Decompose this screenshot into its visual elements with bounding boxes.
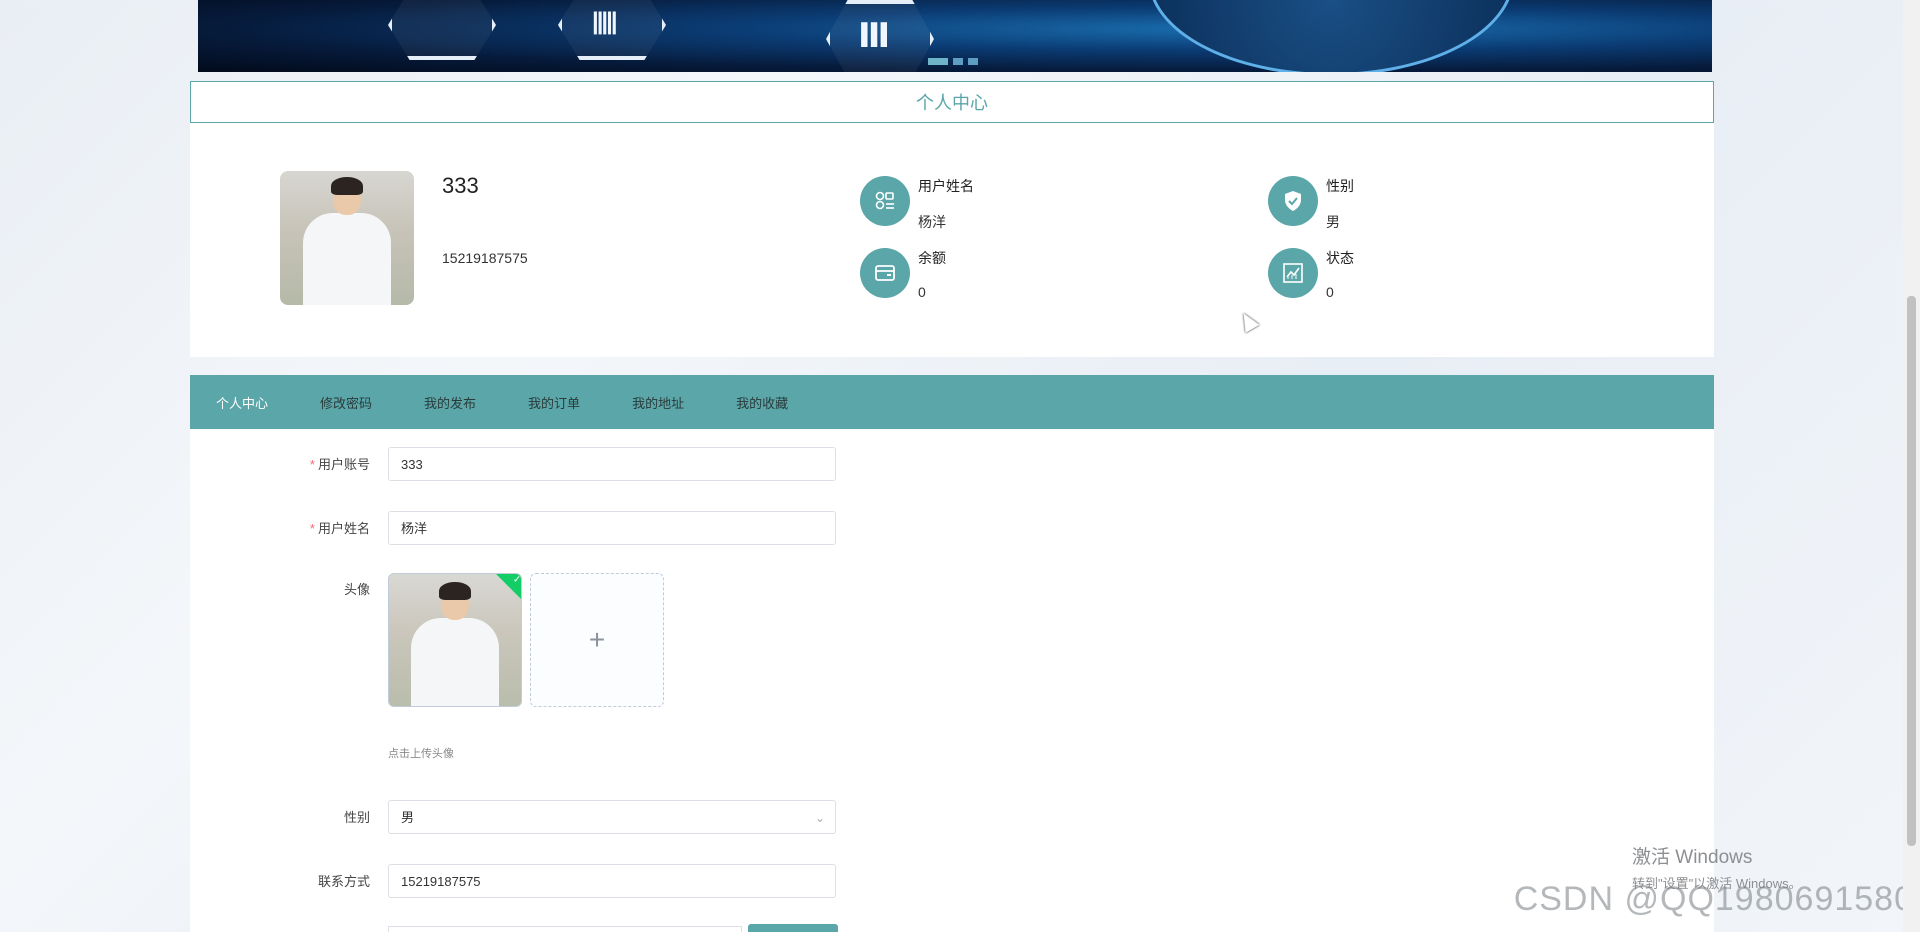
page-wrapper: ||||| Ⅲ 个人中心 333 15219187575 用户姓名 杨洋 性别 … <box>190 0 1714 932</box>
stat-status-label: 状态 <box>1326 250 1354 266</box>
stat-gender: 性别 男 <box>1268 176 1518 230</box>
user-list-icon <box>860 176 910 226</box>
gender-select-value: 男 <box>401 810 415 825</box>
tab-my-addresses[interactable]: 我的地址 <box>606 393 710 412</box>
contact-row: 联系方式 15219187575 <box>190 864 890 900</box>
stat-status-value: 0 <box>1326 284 1334 300</box>
tab-my-posts[interactable]: 我的发布 <box>398 393 502 412</box>
tab-profile[interactable]: 个人中心 <box>190 393 294 412</box>
gender-label: 性别 <box>343 810 370 825</box>
stat-name: 用户姓名 杨洋 <box>860 176 1110 230</box>
chevron-down-icon: ⌄ <box>814 811 825 825</box>
contact-input[interactable]: 15219187575 <box>388 864 836 898</box>
upload-success-icon: ✓ <box>495 574 521 602</box>
gender-row: 性别 男 ⌄ <box>190 800 890 836</box>
stat-balance-value: 0 <box>918 284 926 300</box>
tab-my-favorites[interactable]: 我的收藏 <box>710 393 814 412</box>
gender-select[interactable]: 男 ⌄ <box>388 800 836 834</box>
stat-gender-label: 性别 <box>1326 178 1354 194</box>
name-label: * 用户姓名 <box>309 521 370 536</box>
profile-form: * 用户账号 333 * 用户姓名 杨洋 头像 ✓ + 点击上传头像 性别 男 ⌄ … <box>190 429 1714 932</box>
wallet-icon <box>860 248 910 298</box>
name-input[interactable]: 杨洋 <box>388 511 836 545</box>
csdn-watermark: CSDN @QQ1980691580 <box>1513 880 1914 918</box>
activate-title: 激活 Windows <box>1632 847 1753 868</box>
page-title: 个人中心 <box>190 81 1714 123</box>
stat-gender-value: 男 <box>1326 214 1340 230</box>
avatar-label: 头像 <box>343 582 370 597</box>
avatar-upload-tip: 点击上传头像 <box>388 748 454 760</box>
bank-glyph: Ⅲ <box>858 17 891 55</box>
carousel-dot[interactable] <box>928 58 948 65</box>
banner-carousel[interactable]: ||||| Ⅲ <box>198 0 1712 72</box>
profile-username: 333 <box>442 173 479 198</box>
name-row: * 用户姓名 杨洋 <box>190 511 890 547</box>
stat-balance: 余额 0 <box>860 248 1110 300</box>
globe-graphic <box>1148 0 1514 72</box>
profile-phone: 15219187575 <box>442 250 528 266</box>
tab-bar: 个人中心 修改密码 我的发布 我的订单 我的地址 我的收藏 <box>190 375 1714 429</box>
carousel-dot[interactable] <box>953 58 963 65</box>
stat-name-value: 杨洋 <box>918 214 946 230</box>
tab-change-password[interactable]: 修改密码 <box>294 393 398 412</box>
account-input[interactable]: 333 <box>388 447 836 481</box>
scrollbar-thumb[interactable] <box>1907 296 1916 846</box>
camera-hex-icon <box>388 0 496 60</box>
account-label: * 用户账号 <box>309 457 370 472</box>
chart-icon <box>1268 248 1318 298</box>
avatar <box>280 171 414 305</box>
carousel-dot[interactable] <box>968 58 978 65</box>
page-scrollbar[interactable] <box>1903 0 1920 932</box>
stat-name-label: 用户姓名 <box>918 178 974 194</box>
bars-glyph: ||||| <box>592 8 618 35</box>
profile-card: 333 15219187575 用户姓名 杨洋 性别 男 余额 0 状态 0 <box>190 123 1714 357</box>
avatar-upload-button[interactable]: + <box>530 573 664 707</box>
tab-my-orders[interactable]: 我的订单 <box>502 393 606 412</box>
account-row: * 用户账号 333 <box>190 447 890 483</box>
stat-balance-label: 余额 <box>918 250 946 266</box>
contact-label: 联系方式 <box>317 874 370 889</box>
stat-status: 状态 0 <box>1268 248 1518 300</box>
carousel-indicators[interactable] <box>928 58 978 65</box>
next-button-partial[interactable] <box>748 924 838 932</box>
shield-check-icon <box>1268 176 1318 226</box>
avatar-upload-thumbnail[interactable]: ✓ <box>388 573 522 707</box>
next-input-partial[interactable] <box>388 926 742 932</box>
